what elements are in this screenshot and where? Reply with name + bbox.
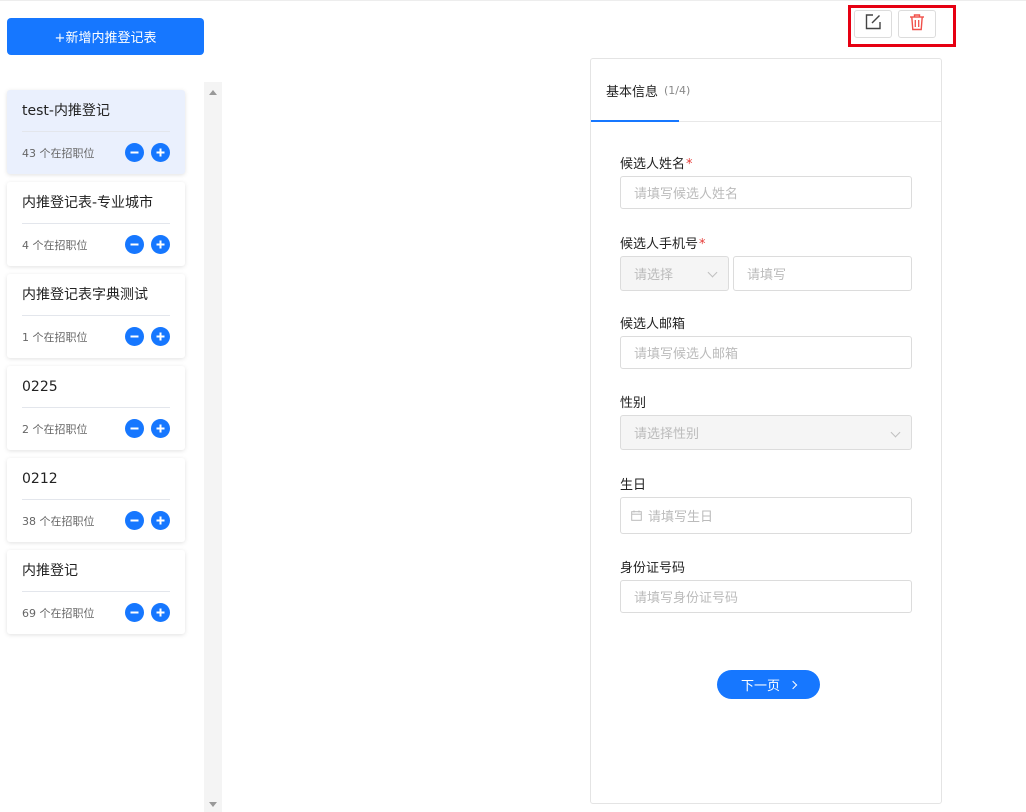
minus-circle-icon[interactable] [125, 419, 144, 438]
candidate-name-input[interactable]: 请填写候选人姓名 [620, 176, 912, 209]
tab-step: (1/4) [664, 84, 691, 97]
gender-label: 性别 [620, 396, 647, 411]
open-positions-count: 2 个在招职位 [22, 422, 88, 436]
open-positions-count: 69 个在招职位 [22, 606, 95, 620]
calendar-icon [631, 510, 642, 521]
add-referral-form-button[interactable]: +新增内推登记表 [7, 18, 204, 55]
tab-label: 基本信息 [606, 85, 659, 100]
list-item-title: 内推登记表字典测试 [22, 274, 170, 316]
trash-icon [909, 13, 925, 35]
required-mark: * [699, 237, 706, 252]
chevron-down-icon [890, 427, 901, 438]
edit-square-icon [864, 13, 882, 35]
minus-circle-icon[interactable] [125, 143, 144, 162]
next-page-button[interactable]: 下一页 [717, 670, 820, 699]
list-item[interactable]: 0212 38 个在招职位 [7, 458, 185, 542]
required-mark: * [686, 157, 693, 172]
list-item-title: 内推登记表-专业城市 [22, 182, 170, 224]
form-tabs: 基本信息 (1/4) [591, 59, 941, 122]
gender-select[interactable]: 请选择性别 [620, 415, 912, 450]
open-positions-count: 4 个在招职位 [22, 238, 88, 252]
referral-form-list: test-内推登记 43 个在招职位 内推登记表-专业城市 4 个在招职位 内推… [7, 90, 185, 642]
list-item[interactable]: 内推登记 69 个在招职位 [7, 550, 185, 634]
birthday-label: 生日 [620, 478, 647, 493]
birthday-date-picker[interactable]: 请填写生日 [620, 497, 912, 534]
plus-circle-icon[interactable] [151, 419, 170, 438]
plus-circle-icon[interactable] [151, 327, 170, 346]
scroll-down-arrow-icon[interactable] [209, 802, 217, 807]
candidate-name-label: 候选人姓名* [620, 157, 693, 172]
phone-area-code-select[interactable]: 请选择 [620, 256, 729, 291]
plus-circle-icon[interactable] [151, 235, 170, 254]
list-item[interactable]: test-内推登记 43 个在招职位 [7, 90, 185, 174]
candidate-email-input[interactable]: 请填写候选人邮箱 [620, 336, 912, 369]
list-item[interactable]: 内推登记表字典测试 1 个在招职位 [7, 274, 185, 358]
plus-circle-icon[interactable] [151, 511, 170, 530]
chevron-down-icon [707, 267, 718, 278]
minus-circle-icon[interactable] [125, 511, 144, 530]
open-positions-count: 38 个在招职位 [22, 514, 95, 528]
id-number-label: 身份证号码 [620, 561, 686, 576]
edit-button[interactable] [854, 10, 892, 38]
chevron-right-icon [788, 680, 798, 689]
delete-button[interactable] [898, 10, 936, 38]
list-item-title: 0225 [22, 366, 170, 408]
open-positions-count: 43 个在招职位 [22, 146, 95, 160]
minus-circle-icon[interactable] [125, 327, 144, 346]
minus-circle-icon[interactable] [125, 235, 144, 254]
list-item-title: 内推登记 [22, 550, 170, 592]
id-number-input[interactable]: 请填写身份证号码 [620, 580, 912, 613]
candidate-phone-label: 候选人手机号* [620, 237, 706, 252]
plus-circle-icon[interactable] [151, 143, 170, 162]
open-positions-count: 1 个在招职位 [22, 330, 88, 344]
list-item[interactable]: 内推登记表-专业城市 4 个在招职位 [7, 182, 185, 266]
list-item-title: test-内推登记 [22, 90, 170, 132]
tab-basic-info[interactable]: 基本信息 (1/4) [591, 59, 705, 122]
top-divider [0, 0, 1026, 1]
list-scrollbar[interactable] [204, 82, 222, 812]
candidate-phone-input[interactable]: 请填写 [733, 256, 912, 291]
minus-circle-icon[interactable] [125, 603, 144, 622]
active-tab-indicator [591, 120, 679, 122]
list-item-title: 0212 [22, 458, 170, 500]
list-item[interactable]: 0225 2 个在招职位 [7, 366, 185, 450]
candidate-email-label: 候选人邮箱 [620, 317, 686, 332]
scroll-up-arrow-icon[interactable] [209, 90, 217, 95]
plus-circle-icon[interactable] [151, 603, 170, 622]
